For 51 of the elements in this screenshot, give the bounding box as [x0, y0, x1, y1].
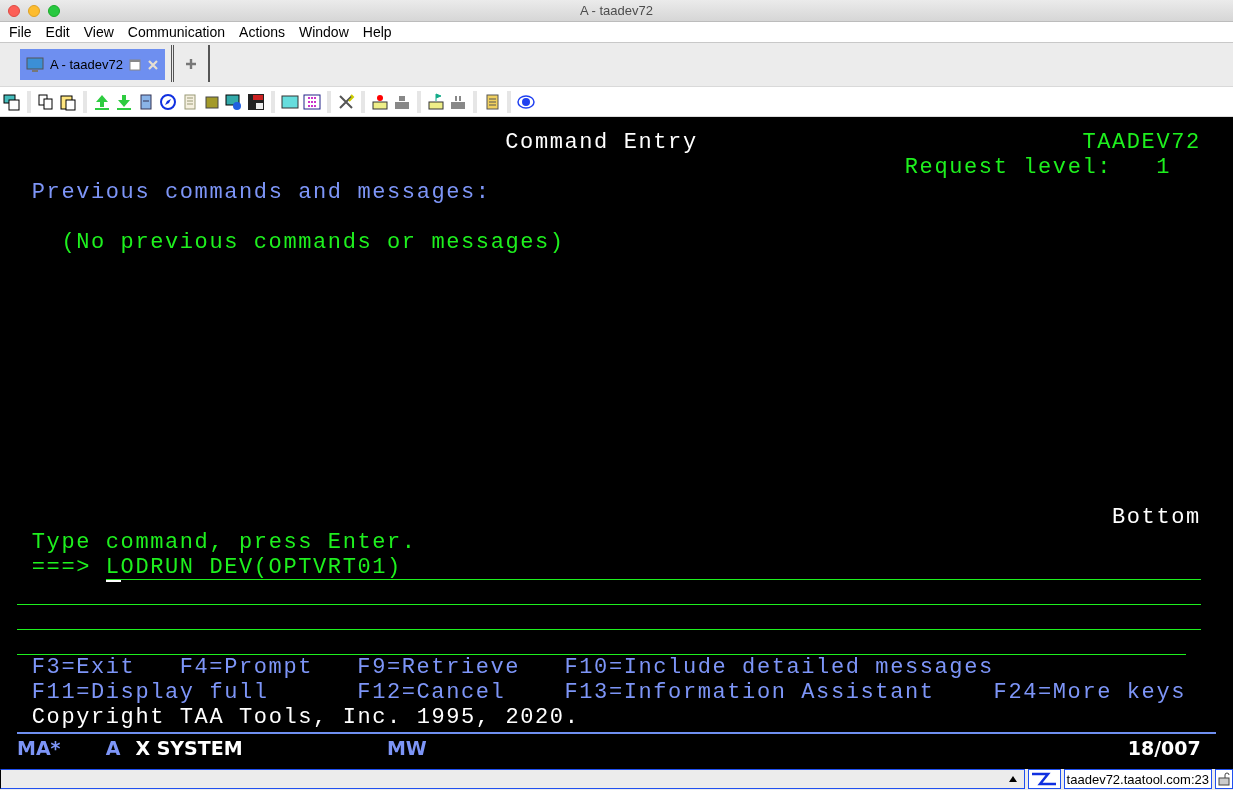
- cursor-position: 18/007: [1127, 736, 1201, 761]
- window-icon[interactable]: [129, 58, 141, 71]
- message-text: (No previous commands or messages): [61, 230, 565, 255]
- position-indicator: Bottom: [1111, 505, 1201, 530]
- function-key-text: F12=Cancel: [357, 680, 506, 705]
- status-state: X SYSTEM: [135, 736, 243, 761]
- screen-title: Command Entry: [505, 130, 698, 155]
- request-level-value: 1: [1156, 155, 1172, 180]
- up-arrow-icon[interactable]: [1007, 775, 1018, 783]
- prompt-text: ===>: [31, 555, 91, 580]
- instruction-text: Type command, press Enter.: [31, 530, 417, 555]
- cabinet-icon[interactable]: [137, 92, 155, 111]
- grid-icon[interactable]: [303, 92, 321, 111]
- menu-item[interactable]: Communication: [120, 21, 233, 43]
- command-input-field[interactable]: LODRUN DEV(OPTVRT01): [105, 555, 1201, 580]
- function-key-text: F11=Display full: [31, 680, 269, 705]
- function-key-text: F10=Include detailed messages: [564, 655, 994, 680]
- copyright-text: Copyright TAA Tools, Inc. 1995, 2020.: [31, 705, 580, 730]
- menu-item[interactable]: Help: [355, 21, 399, 43]
- system-name: TAADEV72: [1082, 130, 1201, 155]
- plus-icon: [185, 57, 197, 70]
- display-icon[interactable]: [281, 92, 299, 111]
- window-title: A - taadev72: [580, 1, 653, 20]
- host-address: taadev72.taatool.com:23: [1063, 769, 1212, 789]
- function-key-text: F13=Information Assistant: [564, 680, 935, 705]
- tab-label: A - taadev72: [50, 55, 123, 74]
- paste-icon[interactable]: [59, 92, 77, 111]
- menu-item[interactable]: Window: [291, 21, 356, 43]
- notepad-icon[interactable]: [483, 92, 501, 111]
- tools-icon[interactable]: [337, 92, 355, 111]
- status-mode: MA*: [17, 736, 61, 761]
- close-window-button[interactable]: [8, 4, 20, 17]
- copy-icon[interactable]: [37, 92, 55, 111]
- function-key-text: F4=Prompt: [179, 655, 313, 680]
- compass-icon[interactable]: [159, 92, 177, 111]
- section-heading: Previous commands and messages:: [31, 180, 491, 205]
- record-icon[interactable]: [371, 92, 389, 111]
- keyboard-mode-text: MW: [386, 736, 427, 761]
- monitor-icon: [26, 56, 44, 73]
- status-session: A: [105, 736, 121, 761]
- menu-item[interactable]: File: [2, 21, 39, 43]
- screen-copy-icon[interactable]: [3, 92, 21, 111]
- lock-icon: [1218, 772, 1230, 786]
- request-level-label: Request level:: [904, 155, 1113, 180]
- menu-item[interactable]: Edit: [38, 21, 77, 43]
- menu-item[interactable]: Actions: [232, 21, 292, 43]
- function-key-text: F3=Exit: [31, 655, 136, 680]
- function-key-text: F24=More keys: [993, 680, 1187, 705]
- function-key-text: F9=Retrieve: [357, 655, 521, 680]
- menu-item[interactable]: View: [76, 21, 121, 43]
- session-tab[interactable]: A - taadev72: [20, 49, 165, 80]
